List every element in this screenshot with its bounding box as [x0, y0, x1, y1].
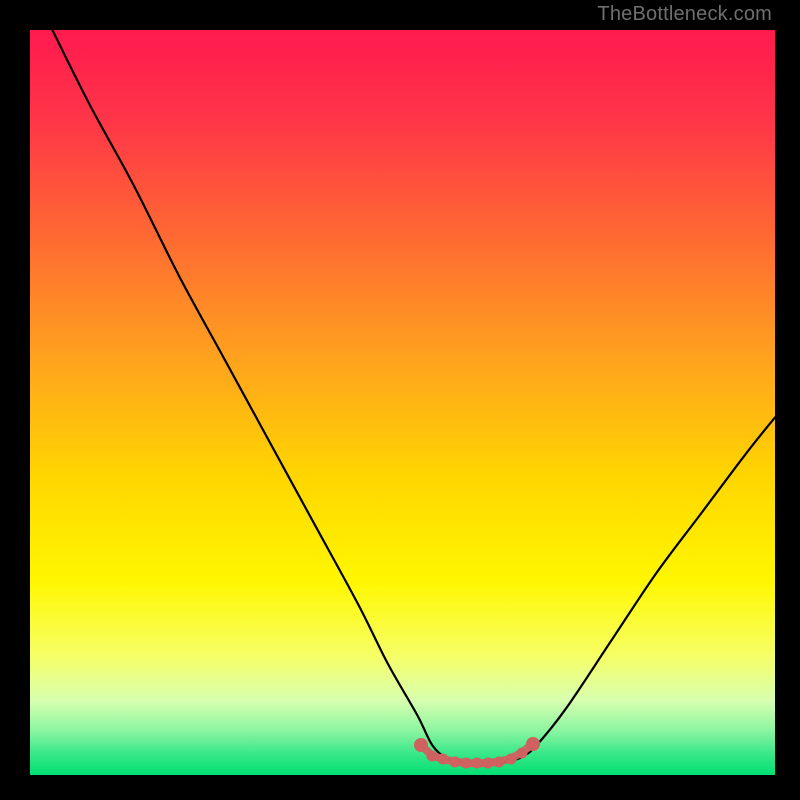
trough-marker-dot [449, 756, 460, 767]
attribution-label: TheBottleneck.com [597, 3, 772, 26]
trough-marker-dot [505, 753, 516, 764]
trough-marker-dot [516, 747, 527, 758]
plot-area [30, 30, 775, 775]
trough-marker-dot [427, 750, 438, 761]
trough-marker-dot [526, 737, 540, 751]
chart-frame: TheBottleneck.com [0, 0, 800, 800]
trough-marker-dot [414, 738, 428, 752]
trough-marker-dot [438, 754, 449, 765]
background-gradient [30, 30, 775, 775]
trough-marker-dot [494, 756, 505, 767]
trough-marker-dot [472, 758, 483, 769]
trough-marker-dot [460, 758, 471, 769]
trough-marker-dot [483, 758, 494, 769]
